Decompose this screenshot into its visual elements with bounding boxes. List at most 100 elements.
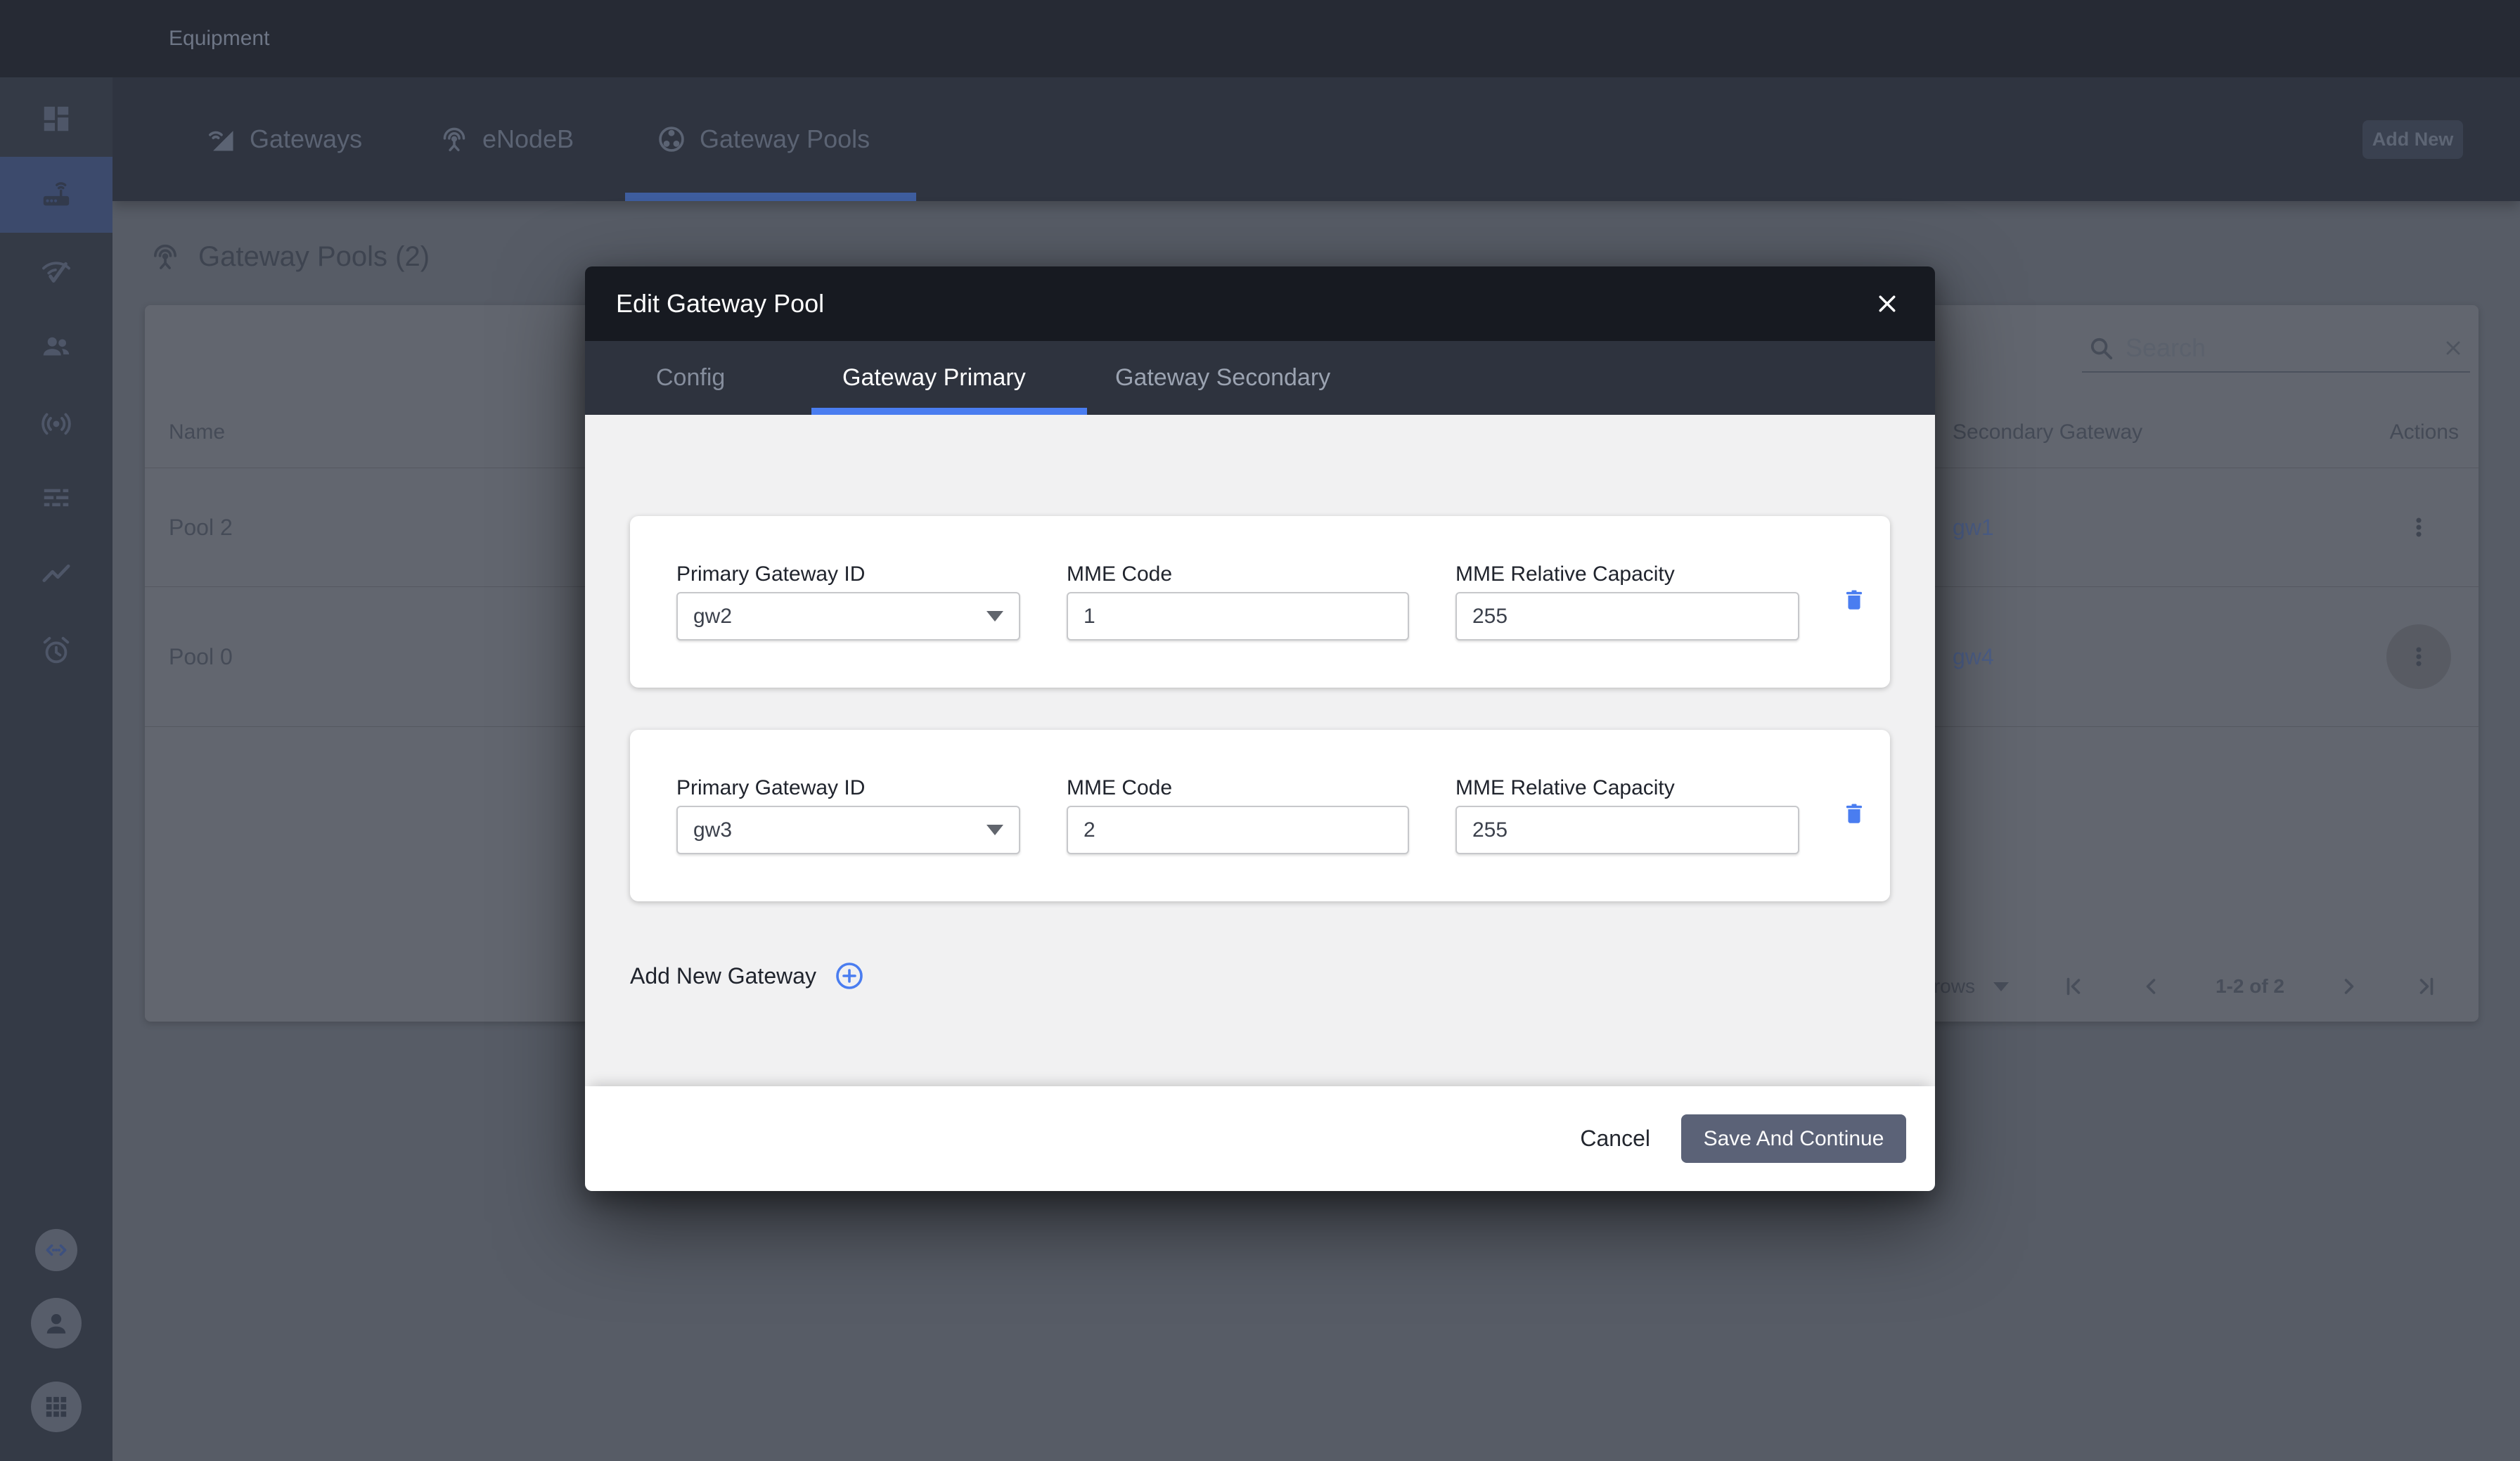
modal-close-button[interactable] bbox=[1875, 291, 1900, 316]
sidebar bbox=[0, 77, 112, 1461]
modal-footer: Cancel Save And Continue bbox=[585, 1086, 1935, 1191]
table-pagination: 5 rows 1-2 of 2 bbox=[1917, 964, 2440, 1009]
primary-gateway-id-field: Primary Gateway ID gw3 bbox=[676, 776, 1020, 901]
search-input[interactable] bbox=[2126, 333, 2431, 363]
plus-circle-icon bbox=[835, 961, 864, 991]
modal-body: Primary Gateway ID gw2 MME Code MME Rela… bbox=[585, 415, 1935, 1086]
primary-gateway-id-select[interactable]: gw3 bbox=[676, 806, 1020, 854]
equipment-icon bbox=[40, 179, 72, 211]
app-section-title: Equipment bbox=[169, 0, 269, 77]
delete-gateway-button[interactable] bbox=[1841, 801, 1867, 826]
active-tab-underline bbox=[625, 193, 916, 201]
add-new-gateway-button[interactable] bbox=[835, 961, 864, 991]
primary-gateway-id-field: Primary Gateway ID gw2 bbox=[676, 562, 1020, 688]
pool-name-cell: Pool 2 bbox=[169, 468, 233, 586]
tethering-icon bbox=[40, 406, 72, 439]
pool-name-cell: Pool 0 bbox=[169, 587, 233, 726]
first-page-button[interactable] bbox=[2061, 974, 2086, 999]
tab-label: Gateway Pools bbox=[700, 124, 870, 154]
previous-page-button[interactable] bbox=[2138, 974, 2164, 999]
tab-gateway-pools[interactable]: Gateway Pools bbox=[656, 77, 870, 201]
mme-relative-capacity-input[interactable] bbox=[1455, 592, 1799, 641]
page-heading: Gateway Pools (2) bbox=[149, 240, 430, 273]
last-page-button[interactable] bbox=[2414, 974, 2439, 999]
add-new-gateway-row: Add New Gateway bbox=[630, 958, 864, 994]
add-new-gateway-label: Add New Gateway bbox=[630, 963, 816, 989]
mme-relative-capacity-input[interactable] bbox=[1455, 806, 1799, 854]
enodeb-icon bbox=[439, 124, 470, 155]
primary-gateway-id-value: gw2 bbox=[693, 605, 732, 629]
last-page-icon bbox=[2414, 974, 2439, 999]
tab-enodeb[interactable]: eNodeB bbox=[439, 77, 574, 201]
mme-code-label: MME Code bbox=[1067, 562, 1409, 586]
logs-icon bbox=[40, 482, 72, 515]
sidebar-apps-button[interactable] bbox=[31, 1382, 82, 1432]
edit-gateway-pool-modal: Edit Gateway Pool Config Gateway Primary… bbox=[585, 266, 1935, 1191]
save-and-continue-button[interactable]: Save And Continue bbox=[1681, 1114, 1906, 1163]
next-page-button[interactable] bbox=[2336, 974, 2362, 999]
kebab-menu-icon bbox=[2407, 515, 2431, 539]
add-new-button[interactable]: Add New bbox=[2362, 120, 2463, 159]
kebab-menu-icon bbox=[2407, 645, 2431, 669]
chevron-right-icon bbox=[2336, 974, 2362, 999]
mme-code-input[interactable] bbox=[1067, 592, 1409, 641]
cancel-button[interactable]: Cancel bbox=[1580, 1126, 1650, 1152]
gateways-icon bbox=[206, 124, 237, 155]
delete-gateway-button[interactable] bbox=[1841, 587, 1867, 612]
sidebar-item-subscribers[interactable] bbox=[0, 309, 112, 385]
trash-icon bbox=[1841, 587, 1867, 612]
primary-gateway-id-value: gw3 bbox=[693, 818, 732, 842]
mme-relative-capacity-label: MME Relative Capacity bbox=[1455, 776, 1799, 800]
mme-relative-capacity-field: MME Relative Capacity bbox=[1455, 562, 1799, 688]
sidebar-swagger-button[interactable] bbox=[35, 1229, 77, 1271]
modal-header: Edit Gateway Pool bbox=[585, 266, 1935, 341]
chevron-left-icon bbox=[2138, 974, 2164, 999]
alarms-icon bbox=[40, 634, 72, 667]
apps-icon bbox=[42, 1393, 70, 1421]
dashboard-icon bbox=[40, 103, 72, 135]
table-search bbox=[2082, 325, 2470, 373]
metrics-icon bbox=[40, 558, 72, 591]
account-icon bbox=[41, 1308, 72, 1339]
sidebar-item-metrics[interactable] bbox=[0, 536, 112, 612]
mme-code-input[interactable] bbox=[1067, 806, 1409, 854]
primary-gateway-id-select[interactable]: gw2 bbox=[676, 592, 1020, 641]
clear-search-icon[interactable] bbox=[2442, 337, 2464, 359]
gateway-entry-card: Primary Gateway ID gw3 MME Code MME Rela… bbox=[630, 730, 1890, 901]
sidebar-item-alarms[interactable] bbox=[0, 612, 112, 688]
sidebar-item-network-check[interactable] bbox=[0, 233, 112, 309]
secondary-gateway-link[interactable]: gw1 bbox=[1953, 468, 1994, 586]
sidebar-item-logs[interactable] bbox=[0, 461, 112, 536]
app-screen: Gateway Pools (2) Name Secondary Gateway… bbox=[0, 0, 2520, 1461]
antenna-icon bbox=[149, 240, 181, 273]
modal-tabs: Config Gateway Primary Gateway Secondary bbox=[585, 341, 1935, 415]
sidebar-account-button[interactable] bbox=[31, 1298, 82, 1349]
row-actions-menu-button[interactable] bbox=[2386, 495, 2451, 560]
mme-relative-capacity-label: MME Relative Capacity bbox=[1455, 562, 1799, 586]
modal-active-tab-underline bbox=[811, 408, 1087, 415]
pagination-range: 1-2 of 2 bbox=[2216, 975, 2284, 998]
sidebar-item-tethering[interactable] bbox=[0, 385, 112, 461]
secondary-gateway-link[interactable]: gw4 bbox=[1953, 587, 1994, 726]
modal-tab-gateway-primary[interactable]: Gateway Primary bbox=[842, 341, 1026, 415]
tab-label: eNodeB bbox=[482, 124, 574, 154]
primary-gateway-id-label: Primary Gateway ID bbox=[676, 562, 1020, 586]
modal-tab-config[interactable]: Config bbox=[656, 341, 725, 415]
caret-down-icon bbox=[986, 825, 1003, 835]
column-header-actions: Actions bbox=[2390, 397, 2459, 468]
column-header-name: Name bbox=[169, 397, 225, 468]
equipment-tabstrip: Gateways eNodeB Gateway Pools Add New bbox=[112, 77, 2520, 201]
mme-code-field: MME Code bbox=[1067, 776, 1409, 901]
page-title: Gateway Pools (2) bbox=[198, 241, 430, 273]
tab-gateways[interactable]: Gateways bbox=[206, 77, 362, 201]
network-check-icon bbox=[40, 255, 72, 287]
sidebar-item-dashboard[interactable] bbox=[0, 81, 112, 157]
mme-code-field: MME Code bbox=[1067, 562, 1409, 688]
sidebar-item-equipment[interactable] bbox=[0, 157, 112, 233]
primary-gateway-id-label: Primary Gateway ID bbox=[676, 776, 1020, 800]
row-actions-menu-button[interactable] bbox=[2386, 624, 2451, 689]
mme-code-label: MME Code bbox=[1067, 776, 1409, 800]
search-icon bbox=[2088, 335, 2114, 361]
modal-tab-gateway-secondary[interactable]: Gateway Secondary bbox=[1115, 341, 1330, 415]
column-header-secondary-gateway: Secondary Gateway bbox=[1953, 397, 2142, 468]
